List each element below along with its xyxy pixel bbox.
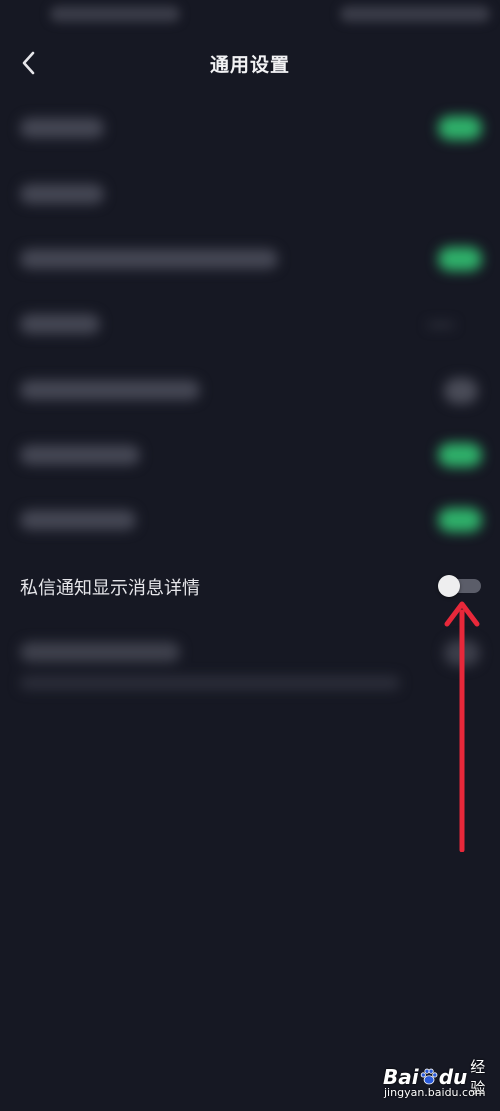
annotation-arrow-icon <box>444 601 480 852</box>
status-bar <box>0 0 500 36</box>
blurred-settings-list <box>0 96 500 556</box>
baidu-jingyan-watermark: Bai du 经验 jingyan.baidu.com <box>383 1056 495 1104</box>
setting-label: 私信通知显示消息详情 <box>20 578 200 599</box>
blurred-setting-row <box>0 227 500 291</box>
blurred-setting-row <box>0 488 500 552</box>
toggle-knob <box>438 575 460 597</box>
blurred-setting-row <box>0 292 500 356</box>
header-bar: 通用设置 <box>0 36 500 90</box>
paw-icon <box>420 1068 437 1085</box>
message-details-toggle[interactable] <box>437 575 483 597</box>
page-title: 通用设置 <box>209 54 290 76</box>
setting-row-message-details: 私信通知显示消息详情 <box>0 554 500 620</box>
blurred-setting-row <box>0 423 500 487</box>
blurred-setting-row <box>0 358 500 422</box>
blurred-setting-row-with-description <box>0 626 500 716</box>
watermark-url: jingyan.baidu.com <box>384 1086 486 1099</box>
blurred-setting-row <box>0 162 500 226</box>
blurred-setting-row <box>0 96 500 160</box>
